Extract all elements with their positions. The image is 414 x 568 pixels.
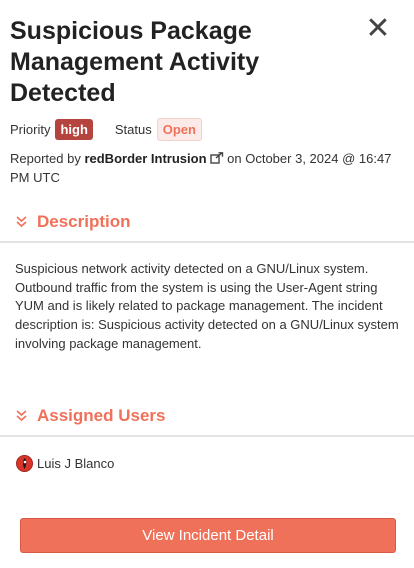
double-chevron-down-icon (16, 410, 27, 422)
description-heading: Description (37, 212, 131, 231)
reporter-link[interactable]: redBorder Intrusion (84, 151, 206, 166)
assigned-users-header[interactable]: Assigned Users (16, 404, 166, 428)
divider (0, 241, 414, 243)
avatar-icon (16, 455, 33, 472)
status-badge: Open (156, 117, 202, 141)
priority-label: Priority (10, 121, 51, 137)
reported-line: Reported by redBorder Intrusion on Octob… (10, 149, 406, 187)
reported-prefix: Reported by (10, 151, 81, 166)
priority-badge: high (55, 118, 93, 140)
incident-title: Suspicious Package Management Activity D… (10, 17, 260, 107)
list-item: Luis J Blanco (16, 455, 114, 472)
description-text: Suspicious network activity detected on … (15, 261, 399, 351)
close-icon[interactable]: ✕ (365, 12, 390, 45)
assigned-users-heading: Assigned Users (37, 406, 166, 425)
external-link-icon[interactable] (209, 152, 224, 164)
divider (0, 435, 414, 437)
user-name: Luis J Blanco (37, 456, 115, 471)
close-button[interactable]: ✕ (364, 14, 392, 44)
view-incident-detail-button[interactable]: View Incident Detail (20, 518, 396, 553)
meta-row: Priority high Status Open (10, 117, 202, 141)
double-chevron-down-icon (16, 216, 27, 228)
status-label: Status (114, 121, 152, 137)
description-header[interactable]: Description (16, 210, 131, 234)
